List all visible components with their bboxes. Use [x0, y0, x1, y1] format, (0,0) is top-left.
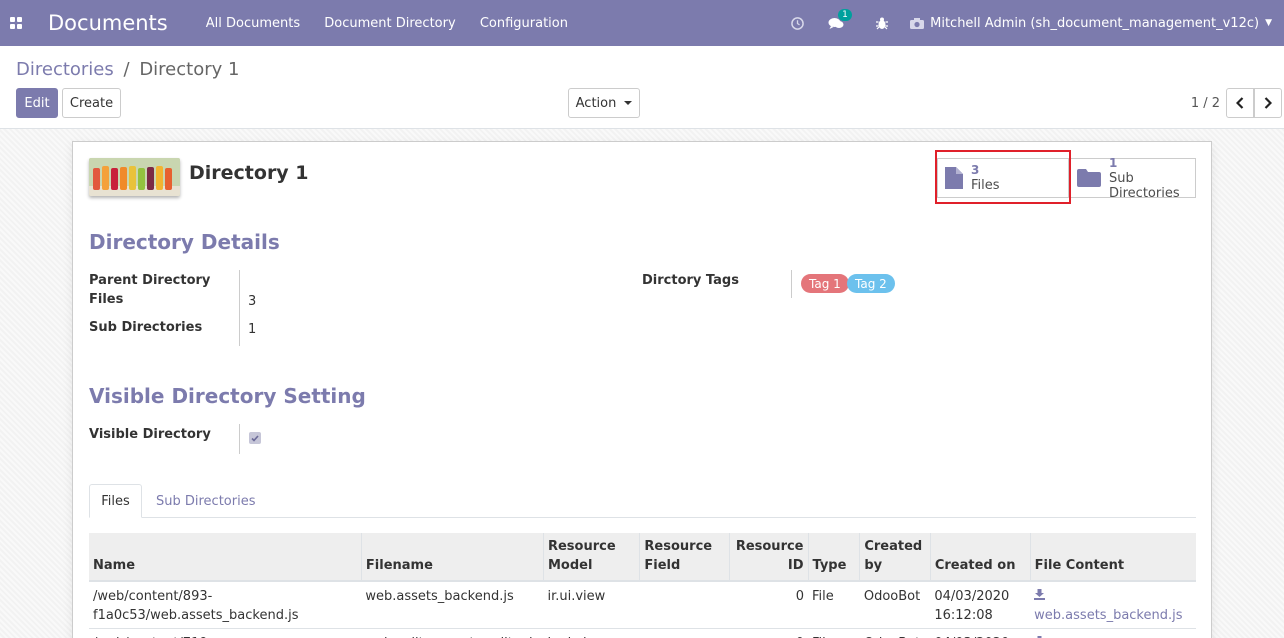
visible-directory-label: Visible Directory: [89, 427, 211, 442]
files-table: Name Filename Resource Model Resource Fi…: [89, 533, 1196, 638]
cell-file-content: [1030, 628, 1196, 638]
cell-created-on: 04/03/2020: [930, 628, 1031, 638]
cell-file-content: web.assets_backend.js: [1030, 580, 1196, 629]
table-header-row: Name Filename Resource Model Resource Fi…: [89, 533, 1196, 582]
check-icon: [251, 434, 259, 442]
debug-bug-icon[interactable]: [876, 17, 889, 30]
notebook-tabs: Files Sub Directories: [89, 484, 1196, 518]
create-button[interactable]: Create: [62, 88, 121, 118]
column-header[interactable]: Filename: [360, 533, 544, 582]
app-title: Documents: [48, 11, 168, 35]
cell-field: [639, 580, 730, 629]
column-header[interactable]: Created on: [929, 533, 1031, 582]
cell-name: /web/content/893-f1a0c53/web.assets_back…: [89, 580, 362, 629]
download-filename: web.assets_backend.js: [1034, 608, 1183, 623]
main-menu: All Documents Document Directory Configu…: [206, 16, 588, 31]
tag-badge[interactable]: Tag 1: [801, 274, 849, 293]
column-header[interactable]: Resource ID: [728, 533, 808, 582]
record-title: Directory 1: [189, 162, 309, 184]
user-name: Mitchell Admin (sh_document_management_v…: [930, 15, 1260, 31]
cell-field: [639, 628, 730, 638]
chevron-right-icon: [1264, 97, 1272, 109]
highlight-box: [935, 150, 1071, 204]
pager-next-button[interactable]: [1254, 88, 1282, 118]
cell-filename: web_editor.assets_editor.js: [361, 628, 544, 638]
cell-model: ir.ui.view: [543, 580, 640, 629]
apps-menu-icon[interactable]: [0, 0, 32, 46]
subdirectories-smart-label: Sub Directories: [1109, 170, 1180, 201]
visible-directory-checkbox[interactable]: [249, 432, 261, 444]
subdirectories-smart-button[interactable]: 1 Sub Directories: [1069, 155, 1196, 201]
user-caret-icon: ▼: [1265, 18, 1272, 28]
visible-setting-title: Visible Directory Setting: [89, 384, 366, 408]
chevron-left-icon: [1236, 97, 1244, 109]
cell-type: File: [808, 580, 860, 629]
action-dropdown[interactable]: Action: [568, 88, 640, 118]
tab-files[interactable]: Files: [89, 484, 142, 518]
edit-button[interactable]: Edit: [16, 88, 58, 118]
pager-value[interactable]: 1 / 2: [1191, 96, 1220, 111]
files-field-value: 3: [248, 294, 257, 309]
tab-sub-directories[interactable]: Sub Directories: [142, 484, 269, 518]
user-menu[interactable]: Mitchell Admin (sh_document_management_v…: [910, 16, 1272, 31]
cell-created-by: OdooBot: [859, 580, 931, 629]
breadcrumb-separator: /: [123, 59, 130, 80]
control-panel: Directories / Directory 1 Edit Create Ac…: [0, 46, 1284, 129]
caret-down-icon: [624, 101, 633, 105]
breadcrumb-directories[interactable]: Directories: [16, 59, 114, 80]
company-camera-icon: [910, 18, 925, 29]
column-header[interactable]: File Content: [1029, 533, 1196, 582]
cell-model: ir.ui.view: [543, 628, 640, 638]
column-header[interactable]: Type: [807, 533, 860, 582]
column-header[interactable]: Resource Field: [639, 533, 730, 582]
breadcrumb: Directories / Directory 1: [16, 59, 239, 80]
column-header[interactable]: Name: [89, 533, 362, 582]
cell-filename: web.assets_backend.js: [361, 580, 544, 629]
folder-icon: [1077, 169, 1101, 187]
form-sheet: Directory 1 3 Files 1 Sub Directories Di…: [72, 141, 1212, 638]
menu-all-documents[interactable]: All Documents: [206, 16, 300, 31]
cell-created-by: OdooBot: [859, 628, 931, 638]
table-row[interactable]: /web/content/893-f1a0c53/web.assets_back…: [89, 580, 1196, 629]
cell-resource-id: 0: [729, 628, 808, 638]
top-navbar: Documents All Documents Document Directo…: [0, 0, 1284, 46]
tags-divider: [791, 270, 792, 298]
subdirectories-count: 1: [1109, 155, 1118, 170]
form-content-area: Directory 1 3 Files 1 Sub Directories Di…: [0, 129, 1284, 638]
download-icon: [1034, 589, 1046, 600]
menu-configuration[interactable]: Configuration: [480, 16, 568, 31]
directory-tags-label: Dirctory Tags: [642, 273, 739, 288]
cell-resource-id: 0: [729, 580, 808, 629]
cell-name: /web/content/719-: [89, 628, 362, 638]
tag-badge[interactable]: Tag 2: [847, 274, 895, 293]
cell-type: File: [808, 628, 860, 638]
subdirectories-field-label: Sub Directories: [89, 320, 203, 335]
directory-image[interactable]: [89, 158, 180, 196]
menu-document-directory[interactable]: Document Directory: [324, 16, 455, 31]
download-link[interactable]: web.assets_backend.js: [1034, 589, 1183, 623]
field-divider: [239, 270, 240, 346]
subdirectories-field-value: 1: [248, 322, 257, 337]
cell-created-on: 04/03/2020 16:12:08: [930, 580, 1031, 629]
pager-previous-button[interactable]: [1226, 88, 1254, 118]
breadcrumb-current: Directory 1: [139, 59, 240, 80]
parent-directory-label: Parent Directory: [89, 273, 211, 288]
messages-icon[interactable]: 1: [828, 8, 852, 30]
visible-divider: [239, 424, 240, 454]
column-header[interactable]: Resource Model: [542, 533, 640, 582]
activity-clock-icon[interactable]: [791, 16, 804, 30]
column-header[interactable]: Created by: [859, 533, 931, 582]
action-label: Action: [575, 95, 617, 111]
directory-details-title: Directory Details: [89, 230, 280, 254]
files-field-label: Files: [89, 292, 124, 307]
table-row[interactable]: /web/content/719- web_editor.assets_edit…: [89, 628, 1196, 638]
messages-badge: 1: [838, 8, 852, 21]
